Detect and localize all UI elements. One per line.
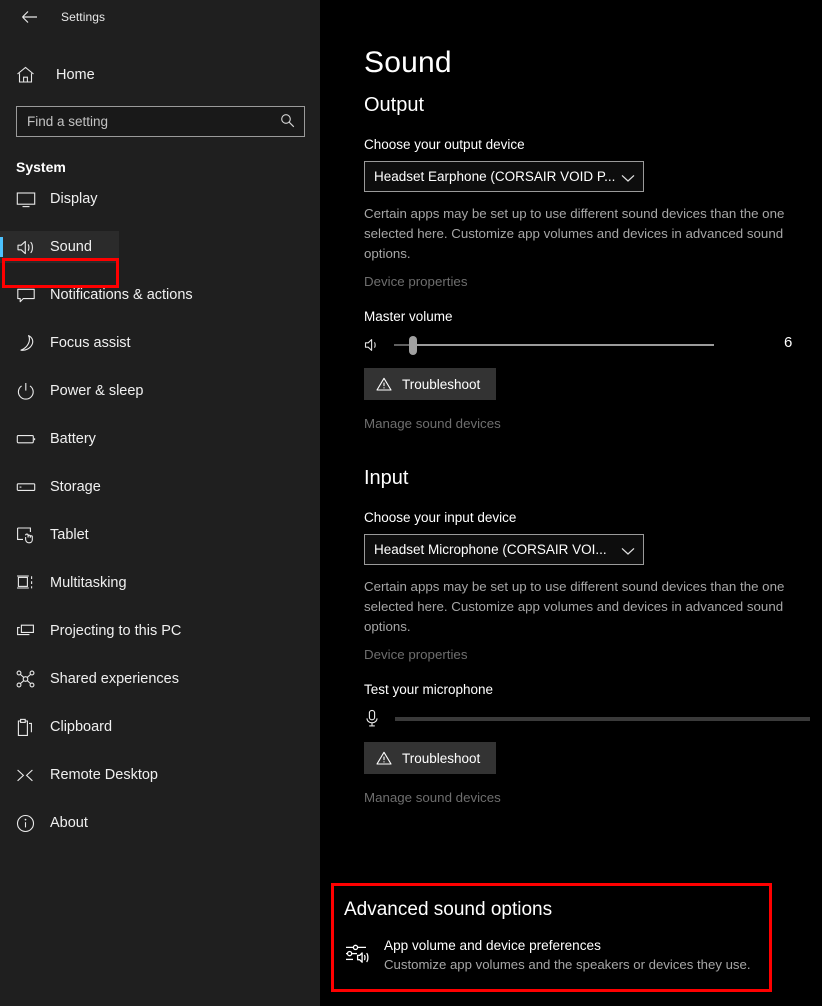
volume-value: 6 bbox=[784, 334, 793, 351]
output-device-label: Choose your output device bbox=[364, 137, 525, 152]
sidebar-item-label: Tablet bbox=[50, 527, 89, 543]
volume-thumb[interactable] bbox=[409, 336, 418, 355]
sidebar-item-battery[interactable]: Battery bbox=[0, 423, 320, 455]
output-device-properties-link[interactable]: Device properties bbox=[364, 274, 467, 289]
sidebar-item-storage[interactable]: Storage bbox=[0, 471, 320, 503]
battery-icon bbox=[16, 432, 44, 446]
clipboard-icon bbox=[16, 718, 44, 737]
sidebar-item-label: Focus assist bbox=[50, 335, 131, 351]
page-title: Sound bbox=[364, 46, 452, 79]
tablet-hand-icon bbox=[16, 526, 44, 544]
drive-icon bbox=[16, 480, 44, 494]
title-bar: Settings bbox=[0, 0, 320, 34]
sidebar-item-sound[interactable]: Sound bbox=[0, 231, 119, 263]
sidebar-item-display[interactable]: Display bbox=[0, 183, 320, 215]
output-device-value: Headset Earphone (CORSAIR VOID P... bbox=[374, 169, 616, 184]
input-manage-sound-devices-link[interactable]: Manage sound devices bbox=[364, 790, 501, 805]
sidebar-item-label: Projecting to this PC bbox=[50, 623, 182, 639]
sidebar-item-label: Multitasking bbox=[50, 575, 127, 591]
microphone-level-meter bbox=[364, 709, 822, 728]
output-troubleshoot-label: Troubleshoot bbox=[402, 376, 481, 392]
warning-triangle-icon bbox=[376, 377, 392, 391]
sidebar-item-label: Display bbox=[50, 191, 98, 207]
warning-triangle-icon bbox=[376, 751, 392, 765]
sidebar-item-remote-desktop[interactable]: Remote Desktop bbox=[0, 759, 320, 791]
project-screen-icon bbox=[16, 623, 44, 640]
master-volume-label: Master volume bbox=[364, 309, 453, 324]
input-section-heading: Input bbox=[364, 467, 409, 489]
back-arrow-icon[interactable] bbox=[14, 4, 44, 30]
sidebar-item-label: Battery bbox=[50, 431, 96, 447]
app-volume-title: App volume and device preferences bbox=[384, 938, 601, 953]
search-container bbox=[16, 106, 305, 137]
chat-bubble-icon bbox=[16, 287, 44, 304]
search-input[interactable] bbox=[16, 106, 305, 137]
output-section-heading: Output bbox=[364, 94, 425, 116]
sidebar-item-home[interactable]: Home bbox=[0, 58, 320, 92]
microphone-level-track bbox=[395, 716, 810, 721]
multitasking-icon bbox=[16, 574, 44, 592]
output-troubleshoot-button[interactable]: Troubleshoot bbox=[364, 368, 497, 400]
settings-window: Settings Home System bbox=[0, 0, 822, 1006]
input-device-properties-link[interactable]: Device properties bbox=[364, 647, 467, 662]
moon-icon bbox=[16, 334, 44, 352]
home-icon bbox=[16, 66, 46, 84]
volume-track[interactable] bbox=[394, 336, 714, 355]
chevron-down-icon bbox=[621, 171, 635, 186]
sidebar-home-label: Home bbox=[56, 67, 95, 83]
advanced-section-heading: Advanced sound options bbox=[344, 899, 553, 920]
sidebar-item-label: Storage bbox=[50, 479, 101, 495]
sidebar-item-clipboard[interactable]: Clipboard bbox=[0, 711, 320, 743]
remote-desktop-icon bbox=[16, 767, 44, 784]
sidebar-section-title: System bbox=[16, 159, 66, 175]
sidebar-item-label: Shared experiences bbox=[50, 671, 179, 687]
volume-track-background bbox=[394, 344, 714, 346]
sidebar-item-label: Power & sleep bbox=[50, 383, 144, 399]
sidebar-item-label: About bbox=[50, 815, 88, 831]
speaker-icon bbox=[16, 239, 44, 256]
input-troubleshoot-button[interactable]: Troubleshoot bbox=[364, 742, 497, 774]
monitor-icon bbox=[16, 191, 44, 208]
sidebar: Settings Home System bbox=[0, 0, 320, 1006]
sidebar-item-tablet[interactable]: Tablet bbox=[0, 519, 320, 551]
app-volume-description: Customize app volumes and the speakers o… bbox=[384, 957, 751, 972]
input-troubleshoot-label: Troubleshoot bbox=[402, 750, 481, 766]
input-device-label: Choose your input device bbox=[364, 510, 517, 525]
output-manage-sound-devices-link[interactable]: Manage sound devices bbox=[364, 416, 501, 431]
sidebar-item-multitasking[interactable]: Multitasking bbox=[0, 567, 320, 599]
sidebar-item-about[interactable]: About bbox=[0, 807, 320, 839]
sidebar-item-label: Clipboard bbox=[50, 719, 113, 735]
sidebar-item-notifications[interactable]: Notifications & actions bbox=[0, 279, 320, 311]
test-microphone-label: Test your microphone bbox=[364, 682, 494, 697]
app-title: Settings bbox=[61, 10, 106, 24]
sidebar-item-focus-assist[interactable]: Focus assist bbox=[0, 327, 320, 359]
power-icon bbox=[16, 382, 44, 400]
input-device-dropdown[interactable]: Headset Microphone (CORSAIR VOI... bbox=[364, 534, 644, 565]
input-help-text: Certain apps may be set up to use differ… bbox=[364, 579, 785, 634]
info-circle-icon bbox=[16, 814, 44, 833]
input-device-value: Headset Microphone (CORSAIR VOI... bbox=[374, 542, 607, 557]
output-help-text: Certain apps may be set up to use differ… bbox=[364, 206, 785, 261]
microphone-icon bbox=[364, 709, 390, 728]
output-device-dropdown[interactable]: Headset Earphone (CORSAIR VOID P... bbox=[364, 161, 644, 192]
sidebar-item-label: Remote Desktop bbox=[50, 767, 158, 783]
sidebar-item-shared-experiences[interactable]: Shared experiences bbox=[0, 663, 320, 695]
speaker-icon bbox=[364, 337, 390, 353]
app-volume-preferences-link[interactable]: App volume and device preferences Custom… bbox=[344, 938, 772, 972]
sidebar-item-power-sleep[interactable]: Power & sleep bbox=[0, 375, 320, 407]
chevron-down-icon bbox=[621, 544, 635, 559]
master-volume-slider[interactable]: 6 bbox=[364, 334, 804, 355]
sidebar-nav-list: Display Sound Notifications & actions Fo… bbox=[0, 183, 320, 839]
advanced-sound-options-section: Advanced sound options App volume and de… bbox=[331, 883, 772, 992]
sidebar-item-label: Sound bbox=[50, 239, 92, 255]
sidebar-item-label: Notifications & actions bbox=[50, 287, 193, 303]
sidebar-item-projecting[interactable]: Projecting to this PC bbox=[0, 615, 320, 647]
share-nodes-icon bbox=[16, 670, 44, 688]
main-content: Sound Output Choose your output device H… bbox=[320, 0, 822, 1006]
app-volume-mixer-icon bbox=[344, 938, 384, 972]
